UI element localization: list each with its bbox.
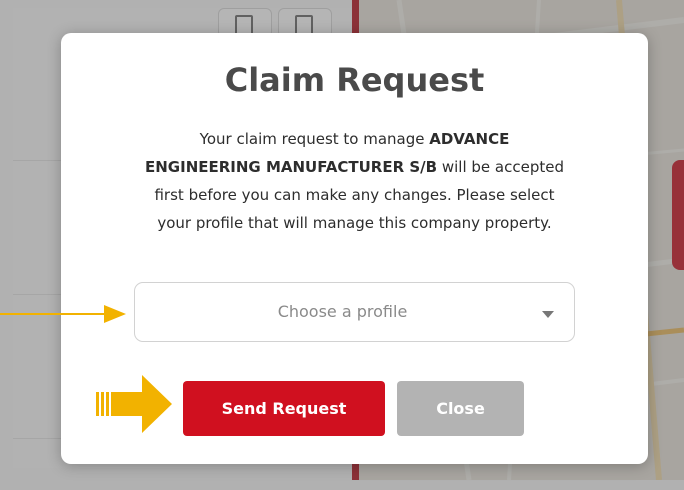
- profile-select-placeholder: Choose a profile: [277, 302, 408, 321]
- send-request-button[interactable]: Send Request: [183, 381, 385, 436]
- profile-select[interactable]: Choose a profile: [134, 282, 575, 342]
- dialog-message: Your claim request to manage ADVANCE ENG…: [141, 125, 568, 237]
- chevron-down-icon: [542, 311, 554, 318]
- message-prefix: Your claim request to manage: [199, 130, 430, 148]
- arrow-annotation-icon: [104, 305, 126, 323]
- close-button[interactable]: Close: [397, 381, 524, 436]
- arrow-annotation-icon: [96, 375, 172, 433]
- dialog-title: Claim Request: [224, 61, 485, 99]
- annotation-arrow-line: [0, 313, 108, 315]
